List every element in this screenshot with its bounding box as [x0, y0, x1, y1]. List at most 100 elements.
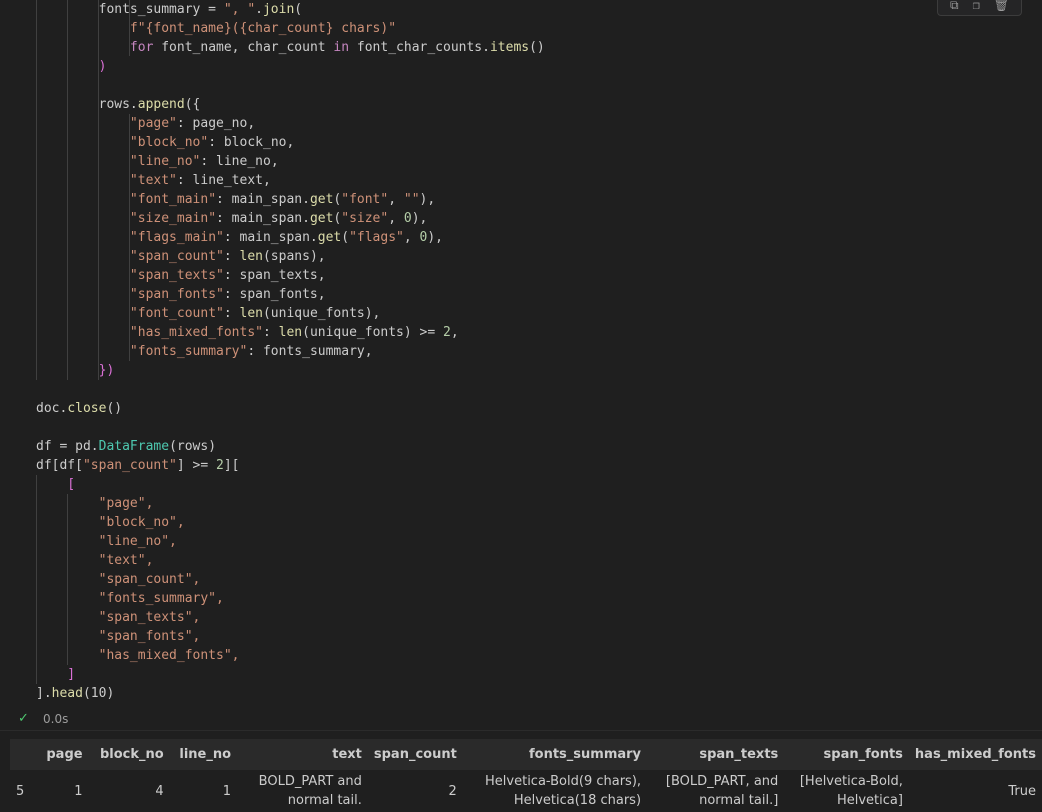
cell-span-fonts-line2: Helvetica]	[836, 793, 903, 808]
code-token: "line_no",	[36, 534, 177, 549]
code-line[interactable]: doc.close()	[36, 399, 545, 418]
code-line[interactable]: "size_main": main_span.get("size", 0),	[36, 209, 545, 228]
cell-fonts-summary: Helvetica-Bold(9 chars), Helvetica(18 cha…	[463, 770, 647, 812]
code-line[interactable]: "span_fonts": span_fonts,	[36, 285, 545, 304]
code-token: doc.close()	[36, 401, 123, 416]
cell-span-texts-line2: normal tail.]	[699, 793, 779, 808]
cell-line-no: 1	[222, 783, 232, 799]
cell-text-line1: BOLD_PART and	[258, 774, 362, 789]
code-line[interactable]: "line_no": line_no,	[36, 152, 545, 171]
code-token: "has_mixed_fonts": len(unique_fonts) >= …	[129, 325, 459, 340]
code-line[interactable]: "has_mixed_fonts",	[36, 646, 545, 665]
cell-span-texts-line1: [BOLD_PART, and	[665, 774, 779, 789]
code-token: "span_fonts",	[36, 629, 201, 644]
code-token: "flags_main": main_span.get("flags", 0),	[129, 230, 444, 245]
code-line[interactable]: "span_texts",	[36, 608, 545, 627]
success-check-icon: ✓	[18, 711, 29, 726]
code-token: ]	[36, 667, 76, 682]
code-line[interactable]: for font_name, char_count in font_char_c…	[36, 38, 545, 57]
code-editor[interactable]: fonts_summary = ", ".join( f"{font_name}…	[36, 0, 545, 703]
column-header-span-fonts: span_fonts	[823, 747, 903, 762]
code-line[interactable]: "span_fonts",	[36, 627, 545, 646]
code-token: "font_main": main_span.get("font", ""),	[129, 192, 436, 207]
execution-time: 0.0s	[43, 712, 69, 726]
code-line[interactable]: "font_count": len(unique_fonts),	[36, 304, 545, 323]
code-token: "span_count",	[36, 572, 201, 587]
cell-toolbar: ⧉ ❐ 🗑	[936, 0, 1022, 16]
code-token: "line_no": line_no,	[129, 154, 279, 169]
code-line[interactable]: "fonts_summary": fonts_summary,	[36, 342, 545, 361]
code-line[interactable]: "span_count": len(spans),	[36, 247, 545, 266]
code-token: "size_main": main_span.get("size", 0),	[129, 211, 428, 226]
code-token: "font_count": len(unique_fonts),	[129, 306, 381, 321]
table-row: 5 1 4 1 BOLD_PART and normal tail. 2 Helv…	[10, 770, 1042, 812]
cell-span-fonts-line1: [Helvetica-Bold,	[799, 774, 903, 789]
copy-icon[interactable]: ❐	[973, 0, 980, 11]
column-header-line-no: line_no	[179, 747, 232, 762]
code-cell[interactable]: fonts_summary = ", ".join( f"{font_name}…	[0, 0, 1042, 730]
code-line[interactable]: )	[36, 57, 545, 76]
code-line[interactable]: ].head(10)	[36, 684, 545, 703]
delete-icon[interactable]: 🗑	[994, 0, 1009, 11]
code-line[interactable]	[36, 76, 545, 95]
code-line[interactable]: [	[36, 475, 545, 494]
execution-status: ✓ 0.0s	[0, 708, 1042, 730]
code-line[interactable]: "span_count",	[36, 570, 545, 589]
code-token: "span_texts": span_texts,	[129, 268, 326, 283]
column-header-fonts-summary: fonts_summary	[528, 747, 642, 762]
column-header-span-count: span_count	[373, 747, 457, 762]
code-line[interactable]: "page": page_no,	[36, 114, 545, 133]
column-header-index	[10, 739, 40, 770]
code-token: "block_no",	[36, 515, 185, 530]
code-line[interactable]	[36, 380, 545, 399]
code-token: "text",	[36, 553, 154, 568]
code-line[interactable]: rows.append({	[36, 95, 545, 114]
code-line[interactable]: df = pd.DataFrame(rows)	[36, 437, 545, 456]
code-line[interactable]: "block_no",	[36, 513, 545, 532]
code-line[interactable]: f"{font_name}({char_count} chars)"	[36, 19, 545, 38]
code-token: "span_count": len(spans),	[129, 249, 326, 264]
code-line[interactable]: "text": line_text,	[36, 171, 545, 190]
code-token: ].head(10)	[36, 686, 115, 701]
cell-fonts-summary-line2: Helvetica(18 chars)	[513, 793, 642, 808]
cell-has-mixed-fonts: True	[1008, 783, 1036, 799]
code-token: for font_name, char_count in font_char_c…	[129, 40, 545, 55]
code-token: "text": line_text,	[129, 173, 271, 188]
code-line[interactable]: ]	[36, 665, 545, 684]
column-header-text: text	[332, 747, 362, 762]
code-line[interactable]: "line_no",	[36, 532, 545, 551]
code-token: "fonts_summary",	[36, 591, 224, 606]
code-token: f"{font_name}({char_count} chars)"	[36, 21, 397, 36]
cell-span-count: 2	[448, 783, 457, 799]
code-line[interactable]: df[df["span_count"] >= 2][	[36, 456, 545, 475]
code-line[interactable]: "fonts_summary",	[36, 589, 545, 608]
code-line[interactable]: fonts_summary = ", ".join(	[36, 0, 545, 19]
dataframe-table: page block_no line_no text span_count fo…	[10, 739, 1042, 812]
code-line[interactable]: "has_mixed_fonts": len(unique_fonts) >= …	[36, 323, 545, 342]
column-header-span-texts: span_texts	[699, 747, 779, 762]
code-line[interactable]: "flags_main": main_span.get("flags", 0),	[36, 228, 545, 247]
code-token: )	[36, 59, 107, 74]
code-token: rows.append({	[36, 97, 201, 112]
cell-span-texts: [BOLD_PART, and normal tail.]	[647, 770, 784, 812]
code-line[interactable]	[36, 418, 545, 437]
code-token: fonts_summary = ", ".join(	[36, 2, 303, 17]
column-header-block-no: block_no	[99, 747, 164, 762]
row-index: 5	[16, 783, 25, 799]
code-line[interactable]: "text",	[36, 551, 545, 570]
column-header-page: page	[46, 747, 83, 762]
cell-text-line2: normal tail.	[287, 793, 362, 808]
code-line[interactable]: "font_main": main_span.get("font", ""),	[36, 190, 545, 209]
code-token: "span_texts",	[36, 610, 201, 625]
table-header-row: page block_no line_no text span_count fo…	[10, 739, 1042, 770]
code-token: "page",	[36, 496, 154, 511]
code-token: [	[36, 477, 76, 492]
cell-block-no: 4	[155, 783, 164, 799]
code-line[interactable]: })	[36, 361, 545, 380]
code-line[interactable]: "span_texts": span_texts,	[36, 266, 545, 285]
cell-text: BOLD_PART and normal tail.	[237, 770, 368, 812]
run-by-line-icon[interactable]: ⧉	[950, 0, 959, 11]
cell-page: 1	[74, 783, 83, 799]
code-line[interactable]: "page",	[36, 494, 545, 513]
code-line[interactable]: "block_no": block_no,	[36, 133, 545, 152]
